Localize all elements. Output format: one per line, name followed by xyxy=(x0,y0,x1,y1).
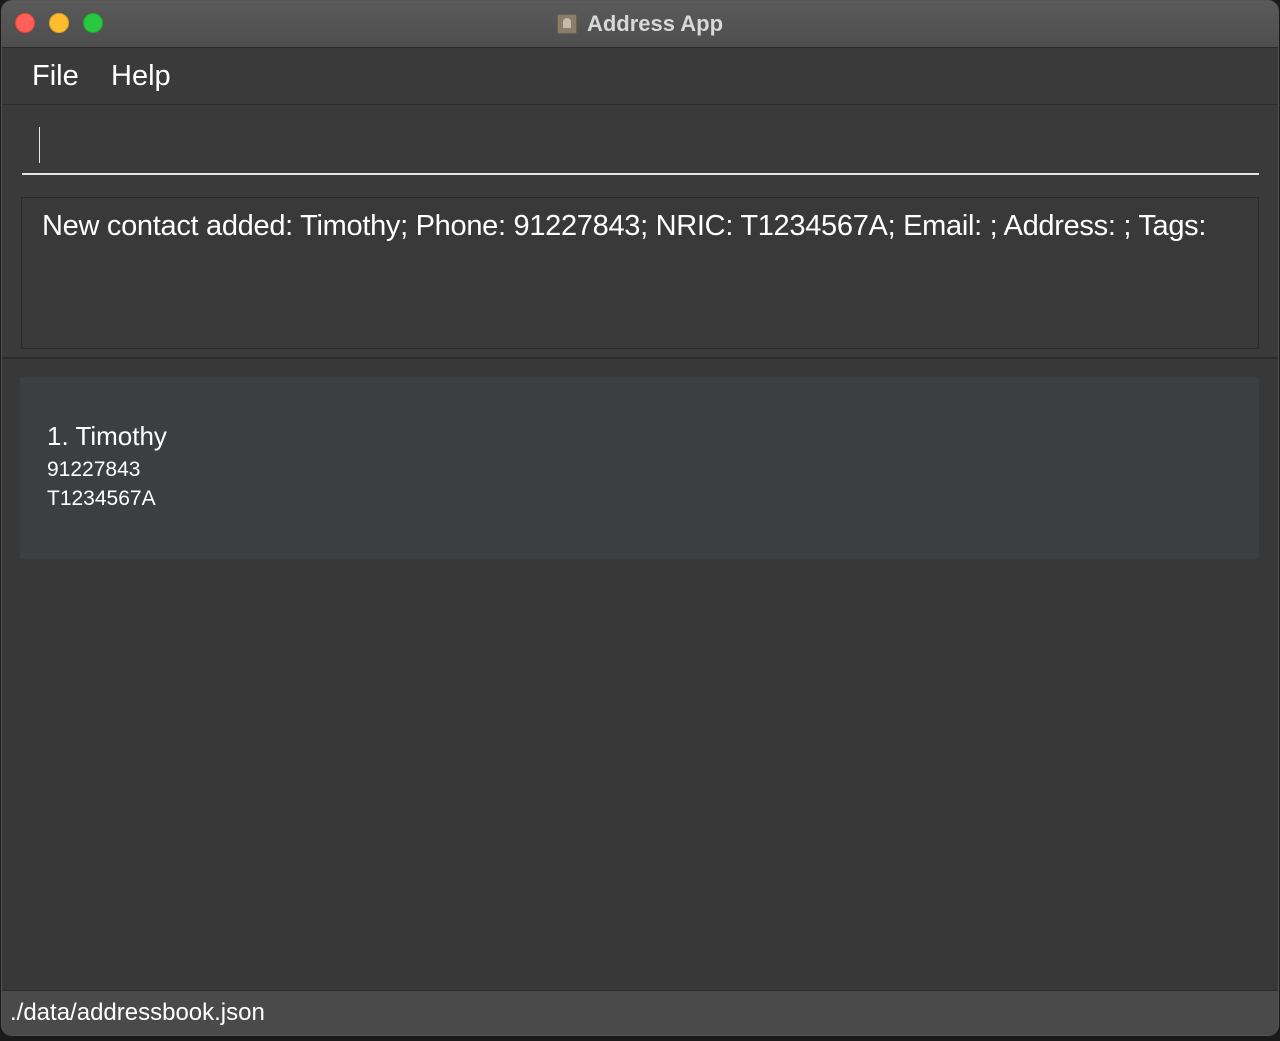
result-message: New contact added: Timothy; Phone: 91227… xyxy=(42,210,1207,242)
person-phone: 91227843 xyxy=(47,458,141,481)
person-nric: T1234567A xyxy=(47,487,156,510)
text-cursor xyxy=(39,127,40,163)
menu-help[interactable]: Help xyxy=(111,60,171,93)
person-name: 1. Timothy xyxy=(47,421,167,451)
app-window: Address App File Help New contact added:… xyxy=(2,1,1278,1035)
status-bar: ./data/addressbook.json xyxy=(2,990,1278,1035)
menu-file[interactable]: File xyxy=(32,60,79,93)
title-bar[interactable]: Address App xyxy=(2,1,1278,48)
title-container: Address App xyxy=(2,1,1278,47)
address-book-icon xyxy=(556,14,577,34)
person-card[interactable]: 1. Timothy 91227843 T1234567A xyxy=(20,377,1259,559)
menu-bar: File Help xyxy=(2,48,1278,105)
command-box xyxy=(2,105,1278,187)
command-input[interactable] xyxy=(22,105,1259,175)
save-location-path: ./data/addressbook.json xyxy=(10,999,265,1026)
result-display-panel: New contact added: Timothy; Phone: 91227… xyxy=(2,187,1278,359)
window-title: Address App xyxy=(586,11,724,36)
person-list[interactable]: 1. Timothy 91227843 T1234567A xyxy=(2,359,1278,990)
result-display[interactable]: New contact added: Timothy; Phone: 91227… xyxy=(21,197,1259,349)
